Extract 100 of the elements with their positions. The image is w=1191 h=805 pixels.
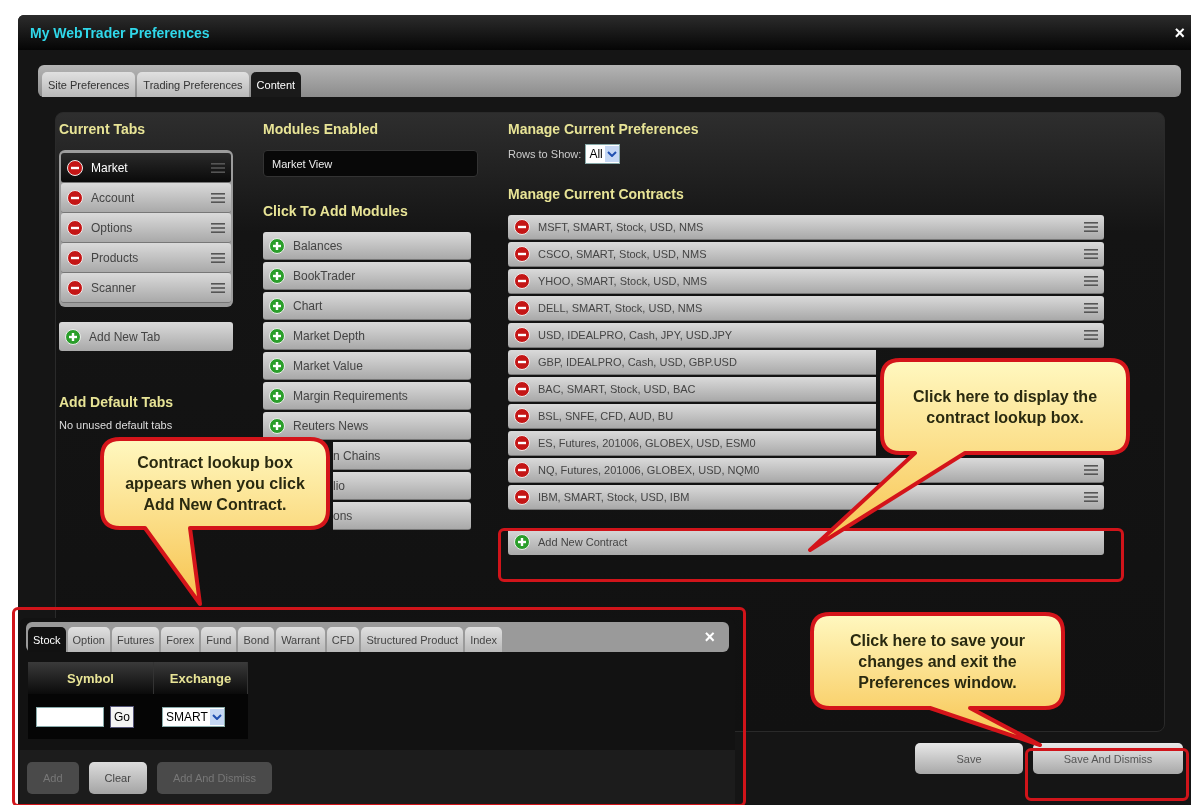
module-item[interactable]: lio bbox=[333, 472, 471, 500]
add-tab-button[interactable]: Add New Tab bbox=[59, 322, 233, 351]
tab[interactable]: Futures bbox=[111, 627, 160, 652]
module-item[interactable]: ons bbox=[333, 502, 471, 530]
remove-icon[interactable] bbox=[514, 327, 530, 343]
remove-icon[interactable] bbox=[514, 462, 530, 478]
drag-handle-icon[interactable] bbox=[211, 251, 225, 264]
remove-icon[interactable] bbox=[514, 408, 530, 424]
drag-handle-icon[interactable] bbox=[1084, 302, 1098, 314]
save-button[interactable]: Save And Dismiss bbox=[1033, 743, 1183, 774]
remove-icon[interactable] bbox=[514, 489, 530, 505]
module-item[interactable]: Reuters News bbox=[263, 412, 471, 440]
remove-icon[interactable] bbox=[514, 381, 530, 397]
module-item[interactable]: Chart bbox=[263, 292, 471, 320]
window-title: My WebTrader Preferences bbox=[30, 24, 210, 41]
remove-icon[interactable] bbox=[67, 189, 83, 206]
drag-handle-icon[interactable] bbox=[1084, 248, 1098, 260]
section-heading: Click To Add Modules bbox=[263, 203, 409, 221]
tab[interactable]: Content bbox=[250, 72, 302, 97]
remove-icon[interactable] bbox=[67, 219, 83, 236]
callout-text: Click here to display the contract lookup box. bbox=[911, 386, 1099, 428]
tab[interactable]: CFD bbox=[326, 627, 360, 652]
contract-item[interactable]: IBM, SMART, Stock, USD, IBM bbox=[508, 485, 1104, 510]
tab[interactable]: Index bbox=[465, 627, 503, 652]
contract-item[interactable]: USD, IDEALPRO, Cash, JPY, USD.JPY bbox=[508, 323, 1104, 348]
add-icon bbox=[514, 533, 530, 550]
tab[interactable]: Trading Preferences bbox=[137, 72, 249, 97]
contract-item[interactable]: CSCO, SMART, Stock, USD, NMS bbox=[508, 242, 1104, 267]
callout-text: Contract lookup box appears when you click Add New Contract. bbox=[124, 453, 306, 515]
contract-item[interactable]: NQ, Futures, 201006, GLOBEX, USD, NQM0 bbox=[508, 458, 1104, 483]
tab-list-item[interactable]: Market bbox=[61, 153, 231, 183]
add-icon bbox=[269, 237, 285, 254]
remove-icon[interactable] bbox=[67, 279, 83, 296]
tab[interactable]: Option bbox=[67, 627, 110, 652]
contract-item[interactable]: GBP, IDEALPRO, Cash, USD, GBP.USD bbox=[508, 350, 876, 375]
drag-handle-icon[interactable] bbox=[1084, 491, 1098, 503]
tab-list-item[interactable]: Account bbox=[61, 183, 231, 213]
tab-list-item[interactable]: Options bbox=[61, 213, 231, 243]
add-icon bbox=[269, 357, 285, 374]
contract-item[interactable]: BAC, SMART, Stock, USD, BAC bbox=[508, 377, 876, 402]
add-icon bbox=[269, 297, 285, 314]
add-icon bbox=[269, 387, 285, 404]
drag-handle-icon[interactable] bbox=[1084, 464, 1098, 476]
modules-field[interactable]: Market View bbox=[263, 150, 478, 177]
contract-item[interactable]: YHOO, SMART, Stock, USD, NMS bbox=[508, 269, 1104, 294]
section-heading: Manage Current Contracts bbox=[508, 186, 685, 204]
tab[interactable]: Bond bbox=[238, 627, 275, 652]
remove-icon[interactable] bbox=[514, 246, 530, 262]
save-button[interactable]: Save bbox=[915, 743, 1023, 774]
add-icon bbox=[269, 417, 285, 434]
tab-list-item[interactable]: Scanner bbox=[61, 273, 231, 303]
tab[interactable]: Site Preferences bbox=[42, 72, 136, 97]
drag-handle-icon[interactable] bbox=[1084, 221, 1098, 233]
tab[interactable]: Forex bbox=[161, 627, 200, 652]
callout-text: Click here to save your changes and exit the Preferences window. bbox=[848, 630, 1027, 693]
module-item[interactable]: Market Value bbox=[263, 352, 471, 380]
rows-label: Rows to Show: bbox=[508, 148, 582, 160]
add-icon bbox=[65, 328, 81, 345]
contract-item[interactable]: MSFT, SMART, Stock, USD, NMS bbox=[508, 215, 1104, 240]
tab[interactable]: Structured Product bbox=[361, 627, 464, 652]
column-header: Exchange bbox=[154, 662, 248, 694]
tab-list-item[interactable]: Products bbox=[61, 243, 231, 273]
drag-handle-icon[interactable] bbox=[211, 161, 225, 174]
remove-icon[interactable] bbox=[514, 354, 530, 370]
drag-handle-icon[interactable] bbox=[211, 281, 225, 294]
remove-icon[interactable] bbox=[514, 219, 530, 235]
remove-icon[interactable] bbox=[514, 273, 530, 289]
symbol-field[interactable] bbox=[36, 706, 104, 727]
module-item[interactable]: Market Depth bbox=[263, 322, 471, 350]
empty-message: No unused default tabs bbox=[59, 419, 174, 431]
drag-handle-icon[interactable] bbox=[1084, 329, 1098, 341]
module-item[interactable]: Margin Requirements bbox=[263, 382, 471, 410]
close-button[interactable]: × bbox=[1172, 23, 1187, 42]
remove-icon[interactable] bbox=[67, 249, 83, 266]
remove-icon[interactable] bbox=[514, 300, 530, 316]
module-item[interactable]: Balances bbox=[263, 232, 471, 260]
add-icon bbox=[269, 267, 285, 284]
drag-handle-icon[interactable] bbox=[211, 191, 225, 204]
section-heading: Current Tabs bbox=[59, 121, 147, 139]
exchange-dropdown[interactable]: SMART bbox=[162, 706, 225, 727]
module-item[interactable]: n Chains bbox=[333, 442, 471, 470]
rows-dropdown[interactable]: All bbox=[585, 144, 620, 164]
drag-handle-icon[interactable] bbox=[1084, 275, 1098, 287]
go-button[interactable]: Go bbox=[110, 705, 134, 728]
section-heading: Manage Current Preferences bbox=[508, 121, 700, 139]
remove-icon[interactable] bbox=[67, 159, 83, 176]
tab[interactable]: Fund bbox=[201, 627, 237, 652]
module-item[interactable]: BookTrader bbox=[263, 262, 471, 290]
add-icon bbox=[269, 327, 285, 344]
clear-button[interactable]: Clear bbox=[88, 761, 147, 794]
column-header: Symbol bbox=[28, 662, 154, 694]
section-heading: Modules Enabled bbox=[263, 121, 380, 139]
tab[interactable]: Warrant bbox=[276, 627, 325, 652]
remove-icon[interactable] bbox=[514, 435, 530, 451]
section-heading: Add Default Tabs bbox=[59, 394, 175, 412]
contract-item[interactable]: BSL, SNFE, CFD, AUD, BU bbox=[508, 404, 876, 429]
tab[interactable]: Stock bbox=[28, 627, 66, 652]
drag-handle-icon[interactable] bbox=[211, 221, 225, 234]
contract-item[interactable]: ES, Futures, 201006, GLOBEX, USD, ESM0 bbox=[508, 431, 876, 456]
contract-item[interactable]: DELL, SMART, Stock, USD, NMS bbox=[508, 296, 1104, 321]
